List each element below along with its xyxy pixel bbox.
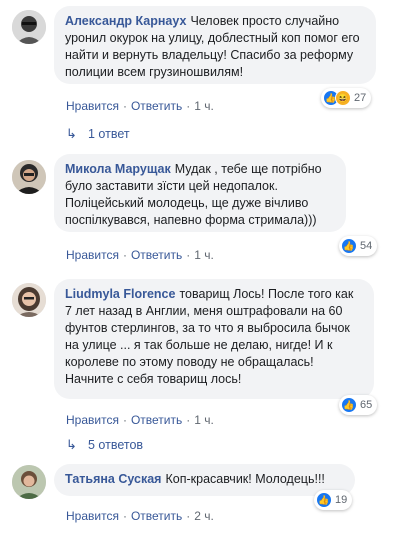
separator: · (122, 413, 127, 427)
replies-count-label: 1 ответ (88, 127, 130, 141)
comment-actions: Нравится · Ответить · 1 ч. (66, 99, 214, 113)
reply-button[interactable]: Ответить (131, 413, 182, 427)
reaction-count: 27 (354, 92, 367, 104)
reply-arrow-icon: ↳ (66, 126, 77, 141)
comment-text: товарищ Лось! После того как 7 лет назад… (65, 287, 354, 386)
comment-text: Коп-красавчик! Молодець!!! (165, 472, 325, 486)
avatar-photo (12, 465, 46, 499)
reaction-summary[interactable]: 👍 😆 27 (321, 88, 372, 108)
reply-button[interactable]: Ответить (131, 248, 182, 262)
reaction-summary[interactable]: 👍 19 (314, 490, 353, 510)
reply-button[interactable]: Ответить (131, 509, 182, 523)
haha-icon: 😆 (335, 90, 351, 106)
separator: · (186, 248, 191, 262)
view-replies-link[interactable]: ↳ 5 ответов (66, 437, 144, 453)
like-icon: 👍 (341, 397, 357, 413)
like-button[interactable]: Нравится (66, 99, 119, 113)
avatar[interactable] (12, 283, 46, 317)
avatar-photo (12, 10, 46, 44)
replies-count-label: 5 ответов (88, 438, 144, 452)
comment-bubble: Татьяна Суская Коп-красавчик! Молодець!!! (54, 464, 355, 496)
comment-actions: Нравится · Ответить · 1 ч. (66, 248, 214, 262)
separator: · (122, 509, 127, 523)
comment-bubble: Liudmyla Florence товарищ Лось! После тог… (54, 279, 374, 399)
like-button[interactable]: Нравится (66, 413, 119, 427)
avatar[interactable] (12, 10, 46, 44)
view-replies-link[interactable]: ↳ 1 ответ (66, 126, 130, 142)
like-icon: 👍 (341, 238, 357, 254)
reaction-count: 19 (335, 494, 348, 506)
avatar-photo (12, 160, 46, 194)
avatar-photo (12, 283, 46, 317)
comment-time[interactable]: 1 ч. (194, 413, 214, 427)
comment-time[interactable]: 1 ч. (194, 248, 214, 262)
separator: · (186, 509, 191, 523)
comment-bubble: Александр Карнаух Человек просто случайно… (54, 6, 376, 84)
separator: · (186, 99, 191, 113)
comment-bubble: Микола Марущак Мудак , тебе ще потрібно б… (54, 154, 346, 232)
reply-arrow-icon: ↳ (66, 437, 77, 452)
comment-actions: Нравится · Ответить · 1 ч. (66, 413, 214, 427)
comment-author[interactable]: Liudmyla Florence (65, 287, 175, 301)
reaction-count: 54 (360, 240, 373, 252)
like-button[interactable]: Нравится (66, 509, 119, 523)
reaction-count: 65 (360, 399, 373, 411)
reply-button[interactable]: Ответить (131, 99, 182, 113)
comment-author[interactable]: Микола Марущак (65, 162, 171, 176)
like-button[interactable]: Нравится (66, 248, 119, 262)
reaction-summary[interactable]: 👍 65 (339, 395, 378, 415)
comment-time[interactable]: 1 ч. (194, 99, 214, 113)
reaction-summary[interactable]: 👍 54 (339, 236, 378, 256)
comment-time[interactable]: 2 ч. (194, 509, 214, 523)
avatar[interactable] (12, 160, 46, 194)
avatar[interactable] (12, 465, 46, 499)
like-icon: 👍 (316, 492, 332, 508)
comment-actions: Нравится · Ответить · 2 ч. (66, 509, 214, 523)
separator: · (122, 99, 127, 113)
comment-author[interactable]: Александр Карнаух (65, 14, 186, 28)
separator: · (122, 248, 127, 262)
comment-author[interactable]: Татьяна Суская (65, 472, 161, 486)
separator: · (186, 413, 191, 427)
